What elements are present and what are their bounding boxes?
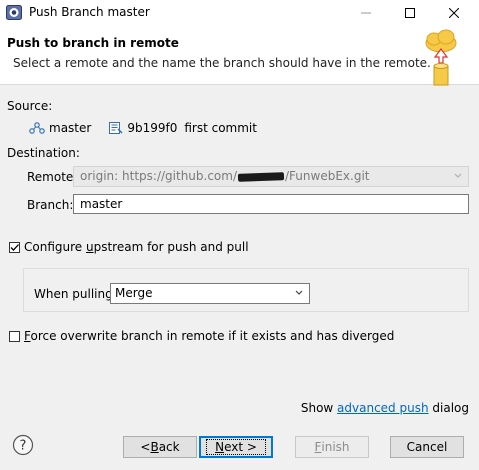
next-button[interactable]: Next > [199, 436, 273, 458]
remote-label: Remote: [27, 170, 78, 184]
chevron-down-icon [295, 290, 303, 295]
remote-url-prefix: origin: https://github.com/ [80, 169, 238, 183]
advanced-push-link[interactable]: advanced push [337, 401, 429, 415]
maximize-icon [405, 7, 415, 18]
when-pulling-value: Merge [115, 286, 153, 300]
next-button-label: Next > [206, 439, 266, 455]
finish-button[interactable]: Finish [295, 436, 369, 458]
when-pulling-label: When pulling: [34, 287, 117, 301]
close-button[interactable] [434, 0, 474, 25]
svg-text:?: ? [20, 439, 27, 454]
help-icon[interactable]: ? [12, 434, 34, 456]
wizard-banner: Push to branch in remote Select a remote… [0, 25, 479, 86]
back-button[interactable]: < Back [123, 436, 197, 458]
window-title: Push Branch master [29, 5, 150, 19]
when-pulling-select[interactable]: Merge [110, 283, 310, 304]
chevron-down-icon [454, 173, 462, 178]
configure-upstream-row[interactable]: Configure upstream for push and pull [9, 240, 249, 254]
commit-message: first commit [184, 121, 257, 135]
minimize-button[interactable] [346, 0, 386, 25]
advanced-push-row: Show advanced push dialog [301, 401, 469, 415]
force-overwrite-label: Force overwrite branch in remote if it e… [24, 329, 395, 343]
configure-upstream-checkbox[interactable] [9, 241, 20, 253]
force-overwrite-row[interactable]: Force overwrite branch in remote if it e… [9, 329, 394, 343]
remote-url-suffix: /FunwebEx.git [285, 169, 370, 183]
remote-combo[interactable]: origin: https://github.com/ /FunwebEx.git [73, 166, 469, 187]
maximize-button[interactable] [390, 0, 430, 25]
configure-upstream-label: Configure upstream for push and pull [24, 240, 249, 254]
banner-title: Push to branch in remote [7, 36, 179, 50]
commit-id: 9b199f0 [127, 121, 178, 135]
commit-icon [109, 122, 123, 134]
cancel-button[interactable]: Cancel [390, 436, 464, 458]
title-bar: Push Branch master [0, 0, 479, 25]
checkmark-icon [10, 243, 19, 251]
minimize-icon [361, 12, 371, 13]
source-branch: master [49, 121, 92, 135]
branch-label: Branch: [27, 198, 74, 212]
source-row: master 9b199f0 first commit [29, 121, 257, 135]
eclipse-icon [6, 5, 22, 20]
close-icon [449, 7, 459, 18]
advanced-post-text: dialog [428, 401, 469, 415]
source-label: Source: [7, 99, 53, 113]
destination-label: Destination: [7, 146, 80, 160]
redaction-mark [237, 171, 285, 182]
branch-icon [29, 122, 45, 134]
banner-description: Select a remote and the name the branch … [13, 56, 431, 70]
branch-input[interactable] [73, 194, 469, 214]
cloud-push-icon [425, 29, 457, 86]
force-overwrite-checkbox[interactable] [9, 330, 20, 342]
advanced-pre-text: Show [300, 401, 338, 415]
